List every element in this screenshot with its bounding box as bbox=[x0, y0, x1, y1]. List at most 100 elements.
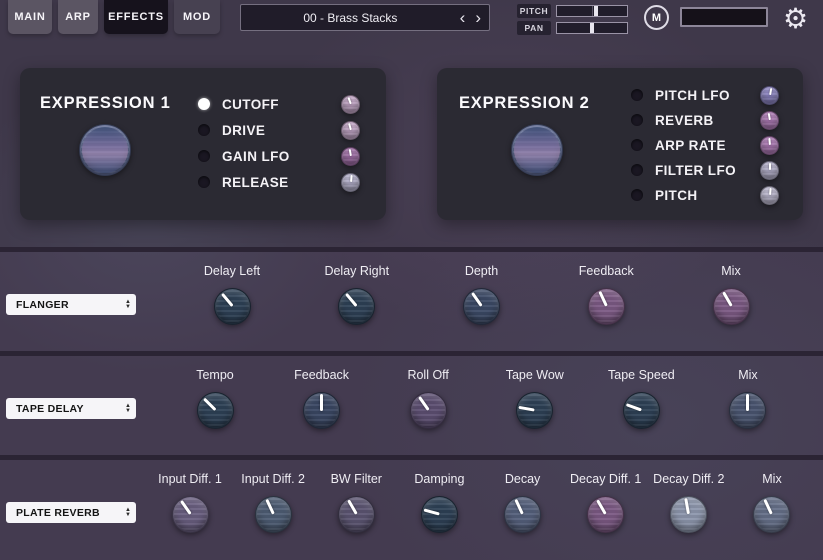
option-label: RELEASE bbox=[222, 175, 341, 190]
cutoff-depth-knob[interactable] bbox=[341, 95, 360, 114]
plate-reverb-effect-selector[interactable]: PLATE REVERB ▲▼ bbox=[6, 502, 136, 523]
preset-next-icon[interactable]: › bbox=[475, 9, 481, 26]
knob-label: Tape Speed bbox=[608, 368, 675, 382]
tape-delay-effect-selector[interactable]: TAPE DELAY ▲▼ bbox=[6, 398, 136, 419]
expression-option-cutoff[interactable]: CUTOFF bbox=[198, 94, 360, 114]
down-triangle-icon: ▼ bbox=[125, 513, 131, 518]
tab-arp[interactable]: ARP bbox=[58, 0, 98, 34]
radio-dot[interactable] bbox=[631, 139, 643, 151]
radio-dot[interactable] bbox=[198, 150, 210, 162]
selector-label: TAPE DELAY bbox=[16, 403, 84, 415]
pitch-pan-controls: PITCH PAN bbox=[517, 4, 628, 35]
knob-label: Mix bbox=[721, 264, 740, 278]
release-depth-knob[interactable] bbox=[341, 173, 360, 192]
feedback-knob[interactable] bbox=[303, 392, 340, 429]
option-label: PITCH bbox=[655, 188, 760, 203]
expression2-macro-knob[interactable] bbox=[511, 124, 563, 176]
settings-gear-icon[interactable]: ⚙ bbox=[783, 1, 808, 37]
knob-label: Feedback bbox=[294, 368, 349, 382]
reverb-depth-knob[interactable] bbox=[760, 111, 779, 130]
preset-selector[interactable]: 00 - Brass Stacks ‹ › bbox=[240, 4, 490, 31]
mix-knob[interactable] bbox=[753, 496, 790, 533]
tab-main[interactable]: MAIN bbox=[8, 0, 52, 34]
decay-diff-2-knob[interactable] bbox=[670, 496, 707, 533]
depth-knob[interactable] bbox=[463, 288, 500, 325]
expression2-panel: EXPRESSION 2 PITCH LFO REVERB ARP RATE F… bbox=[437, 68, 803, 220]
updown-arrows-icon: ▲▼ bbox=[125, 404, 131, 414]
preset-prev-icon[interactable]: ‹ bbox=[460, 9, 466, 26]
radio-dot[interactable] bbox=[198, 98, 210, 110]
knob-cell-feedback: Feedback bbox=[279, 368, 365, 429]
knob-label: Input Diff. 2 bbox=[241, 472, 305, 486]
updown-arrows-icon: ▲▼ bbox=[125, 300, 131, 310]
decay-knob[interactable] bbox=[504, 496, 541, 533]
knob-label: Input Diff. 1 bbox=[158, 472, 222, 486]
expression-option-pitch-lfo[interactable]: PITCH LFO bbox=[631, 85, 779, 105]
expression-option-drive[interactable]: DRIVE bbox=[198, 120, 360, 140]
pitch-lfo-depth-knob[interactable] bbox=[760, 86, 779, 105]
expression-option-pitch[interactable]: PITCH bbox=[631, 185, 779, 205]
radio-dot[interactable] bbox=[198, 176, 210, 188]
input-diff-2-knob[interactable] bbox=[255, 496, 292, 533]
option-label: CUTOFF bbox=[222, 97, 341, 112]
knob-cell-depth: Depth bbox=[437, 264, 527, 325]
option-label: GAIN LFO bbox=[222, 149, 341, 164]
tab-mod[interactable]: MOD bbox=[174, 0, 220, 34]
pan-slider-thumb[interactable] bbox=[590, 23, 594, 33]
radio-dot[interactable] bbox=[631, 114, 643, 126]
knob-label: Decay bbox=[505, 472, 540, 486]
pitch-slider[interactable] bbox=[556, 5, 628, 17]
roll-off-knob[interactable] bbox=[410, 392, 447, 429]
gain-lfo-depth-knob[interactable] bbox=[341, 147, 360, 166]
expression-option-arp-rate[interactable]: ARP RATE bbox=[631, 135, 779, 155]
pitch-slider-thumb[interactable] bbox=[594, 6, 598, 16]
expression-option-filter-lfo[interactable]: FILTER LFO bbox=[631, 160, 779, 180]
delay-left-knob[interactable] bbox=[214, 288, 251, 325]
bw-filter-knob[interactable] bbox=[338, 496, 375, 533]
knob-cell-mix: Mix bbox=[686, 264, 776, 325]
knob-label: Mix bbox=[738, 368, 757, 382]
pan-row: PAN bbox=[517, 21, 628, 35]
expression1-options: CUTOFF DRIVE GAIN LFO RELEASE bbox=[198, 94, 360, 192]
filter-lfo-depth-knob[interactable] bbox=[760, 161, 779, 180]
expression-option-release[interactable]: RELEASE bbox=[198, 172, 360, 192]
decay-diff-1-knob[interactable] bbox=[587, 496, 624, 533]
tape-wow-knob[interactable] bbox=[516, 392, 553, 429]
tape-delay-knob-strip: Tempo Feedback Roll Off Tape Wow Tape Sp… bbox=[172, 368, 791, 429]
mix-knob[interactable] bbox=[713, 288, 750, 325]
knob-cell-input-diff-2: Input Diff. 2 bbox=[233, 472, 313, 533]
delay-right-knob[interactable] bbox=[338, 288, 375, 325]
pitch-label: PITCH bbox=[517, 4, 551, 18]
drive-depth-knob[interactable] bbox=[341, 121, 360, 140]
value-display bbox=[680, 7, 768, 27]
expression-option-reverb[interactable]: REVERB bbox=[631, 110, 779, 130]
pitch-depth-knob[interactable] bbox=[760, 186, 779, 205]
preset-name: 00 - Brass Stacks bbox=[241, 11, 460, 25]
tab-effects[interactable]: EFFECTS bbox=[104, 0, 168, 34]
expression1-macro-knob[interactable] bbox=[79, 124, 131, 176]
feedback-knob[interactable] bbox=[588, 288, 625, 325]
knob-cell-mix: Mix bbox=[705, 368, 791, 429]
pan-label: PAN bbox=[517, 21, 551, 35]
radio-dot[interactable] bbox=[198, 124, 210, 136]
knob-cell-tape-wow: Tape Wow bbox=[492, 368, 578, 429]
pan-slider[interactable] bbox=[556, 22, 628, 34]
knob-cell-tape-speed: Tape Speed bbox=[598, 368, 684, 429]
expression1-panel: EXPRESSION 1 CUTOFF DRIVE GAIN LFO RELEA… bbox=[20, 68, 386, 220]
mono-button[interactable]: M bbox=[644, 5, 669, 30]
expression-option-gain-lfo[interactable]: GAIN LFO bbox=[198, 146, 360, 166]
flanger-effect-selector[interactable]: FLANGER ▲▼ bbox=[6, 294, 136, 315]
radio-dot[interactable] bbox=[631, 164, 643, 176]
preset-nav: ‹ › bbox=[460, 9, 481, 26]
knob-cell-mix: Mix bbox=[732, 472, 812, 533]
mix-knob[interactable] bbox=[729, 392, 766, 429]
radio-dot[interactable] bbox=[631, 189, 643, 201]
option-label: DRIVE bbox=[222, 123, 341, 138]
plate-reverb-knob-strip: Input Diff. 1 Input Diff. 2 BW Filter Da… bbox=[150, 472, 812, 533]
arp-rate-depth-knob[interactable] bbox=[760, 136, 779, 155]
damping-knob[interactable] bbox=[421, 496, 458, 533]
tape-speed-knob[interactable] bbox=[623, 392, 660, 429]
input-diff-1-knob[interactable] bbox=[172, 496, 209, 533]
radio-dot[interactable] bbox=[631, 89, 643, 101]
tempo-knob[interactable] bbox=[197, 392, 234, 429]
